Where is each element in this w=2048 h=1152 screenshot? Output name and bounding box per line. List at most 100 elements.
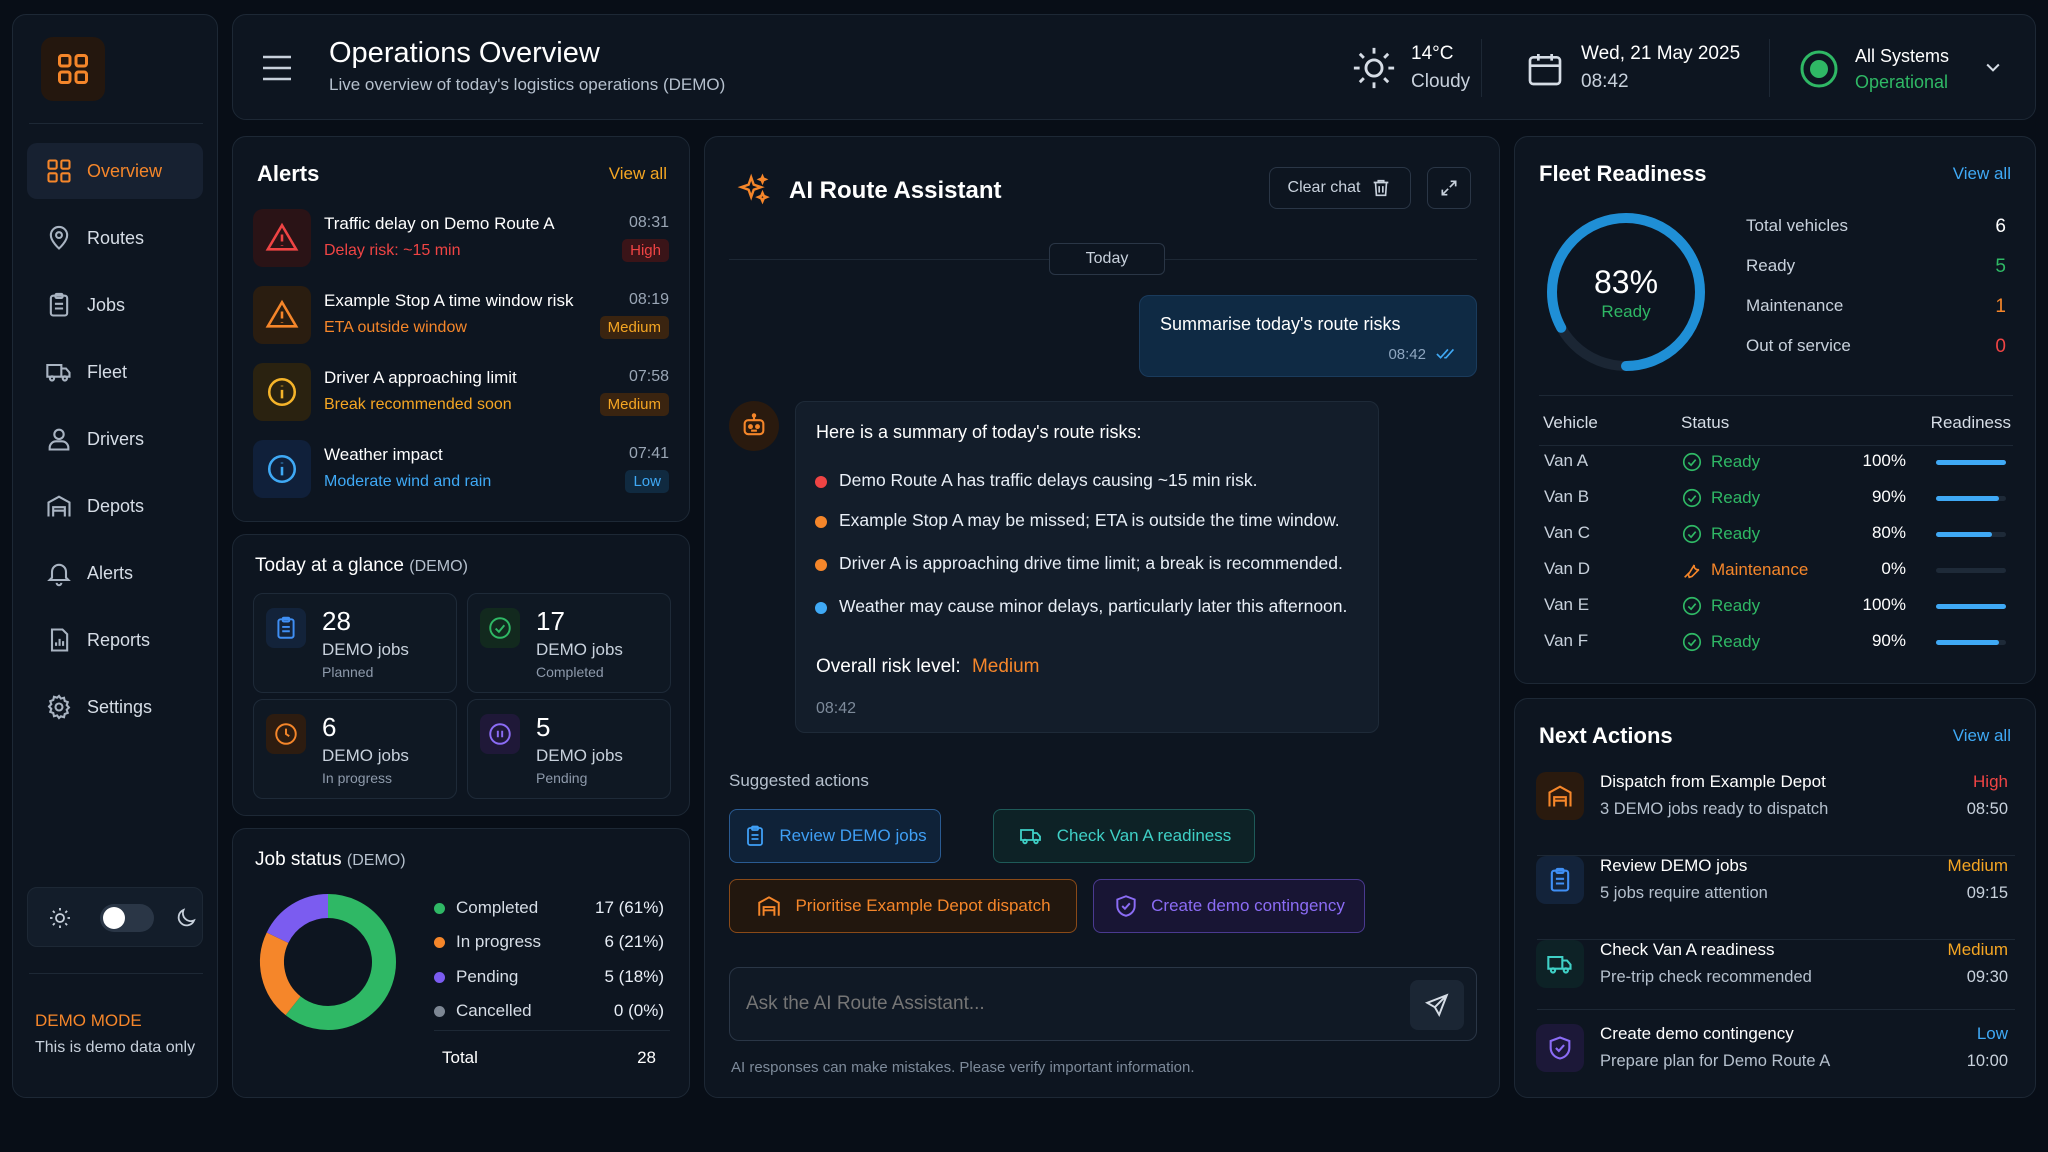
check-circle-icon bbox=[1681, 487, 1703, 509]
readiness-bar-fill bbox=[1936, 532, 1992, 537]
alert-time: 08:31 bbox=[628, 214, 669, 231]
vehicle-row[interactable]: Van B Ready 90% bbox=[1544, 484, 2006, 512]
next-action-item[interactable]: Dispatch from Example Depot 3 DEMO jobs … bbox=[1536, 766, 2008, 840]
vehicle-name: Van D bbox=[1544, 559, 1590, 578]
legend-value: 5 (18%) bbox=[604, 967, 664, 986]
user-icon bbox=[45, 425, 73, 453]
job-status-title-text: Job status bbox=[255, 849, 342, 870]
toggle-switch[interactable] bbox=[100, 904, 154, 932]
suggestion-label: Prioritise Example Depot dispatch bbox=[795, 896, 1051, 915]
glance-title: Today at a glance (DEMO) bbox=[255, 555, 468, 577]
sidebar-item-label: Fleet bbox=[87, 361, 128, 382]
glance-card-pending[interactable]: 5 DEMO jobs Pending bbox=[467, 699, 671, 799]
alert-subtitle: Delay risk: ~15 min bbox=[324, 242, 461, 259]
chat-input-box[interactable] bbox=[729, 967, 1477, 1041]
sidebar-item-jobs[interactable]: Jobs bbox=[27, 277, 203, 333]
fleet-view-all-link[interactable]: View all bbox=[1953, 164, 2011, 184]
trash-icon bbox=[1370, 177, 1392, 199]
sidebar-item-reports[interactable]: Reports bbox=[27, 612, 203, 668]
fleet-col-vehicle: Vehicle bbox=[1543, 413, 1598, 432]
vehicle-readiness: 90% bbox=[1871, 487, 1906, 506]
next-action-item[interactable]: Create demo contingency Prepare plan for… bbox=[1536, 1018, 2008, 1092]
hamburger-menu-icon[interactable] bbox=[261, 53, 293, 83]
sidebar-item-fleet[interactable]: Fleet bbox=[27, 344, 203, 400]
priority-badge: Low bbox=[625, 470, 669, 493]
sidebar-item-label: Depots bbox=[87, 495, 145, 516]
alert-item[interactable]: Traffic delay on Demo Route A Delay risk… bbox=[253, 205, 669, 271]
demo-mode-text: This is demo data only bbox=[35, 1039, 196, 1056]
info-circle-icon bbox=[265, 375, 299, 409]
fleet-stat-out-of-service: Out of service 0 bbox=[1746, 336, 2006, 360]
readiness-bar bbox=[1936, 604, 2006, 609]
glance-card-planned[interactable]: 28 DEMO jobs Planned bbox=[253, 593, 457, 693]
chat-input[interactable] bbox=[746, 986, 1386, 1022]
robot-icon bbox=[740, 412, 768, 440]
next-action-item[interactable]: Check Van A readiness Pre-trip check rec… bbox=[1536, 934, 2008, 1008]
alert-title: Example Stop A time window risk bbox=[324, 291, 574, 310]
chevron-down-icon[interactable] bbox=[1983, 57, 2003, 77]
vehicle-readiness: 100% bbox=[1862, 595, 1906, 614]
suggestion-check-van-button[interactable]: Check Van A readiness bbox=[993, 809, 1255, 863]
app-logo[interactable] bbox=[41, 37, 105, 101]
alert-item[interactable]: Weather impact Moderate wind and rain 07… bbox=[253, 436, 669, 502]
alert-subtitle: ETA outside window bbox=[324, 319, 467, 336]
alerts-panel: Alerts View all Traffic delay on Demo Ro… bbox=[232, 136, 690, 522]
clear-chat-button[interactable]: Clear chat bbox=[1269, 167, 1411, 209]
send-button[interactable] bbox=[1410, 980, 1464, 1030]
bullet-text: Driver A is approaching drive time limit… bbox=[839, 553, 1343, 573]
sidebar-item-depots[interactable]: Depots bbox=[27, 478, 203, 534]
suggestion-review-jobs-button[interactable]: Review DEMO jobs bbox=[729, 809, 941, 863]
wrench-icon bbox=[1681, 559, 1703, 581]
alert-time: 08:19 bbox=[628, 291, 669, 308]
stat-value: 6 bbox=[1995, 216, 2006, 237]
glance-title-tag: (DEMO) bbox=[409, 558, 468, 575]
chat-title: AI Route Assistant bbox=[789, 177, 1002, 204]
expand-icon bbox=[1439, 178, 1459, 198]
glance-card-in-progress[interactable]: 6 DEMO jobs In progress bbox=[253, 699, 457, 799]
vehicle-name: Van E bbox=[1544, 595, 1590, 614]
alert-item[interactable]: Example Stop A time window risk ETA outs… bbox=[253, 282, 669, 348]
gear-icon bbox=[45, 693, 73, 721]
suggestion-create-contingency-button[interactable]: Create demo contingency bbox=[1093, 879, 1365, 933]
next-actions-title: Next Actions bbox=[1539, 723, 1673, 748]
warehouse-icon bbox=[1546, 782, 1574, 810]
glance-label: DEMO jobs bbox=[536, 640, 623, 659]
vehicle-row[interactable]: Van C Ready 80% bbox=[1544, 520, 2006, 548]
clear-chat-label: Clear chat bbox=[1287, 179, 1361, 196]
page-title: Operations Overview bbox=[329, 37, 600, 69]
expand-button[interactable] bbox=[1427, 167, 1471, 209]
sidebar-item-settings[interactable]: Settings bbox=[27, 679, 203, 735]
bullet-dot bbox=[815, 516, 827, 528]
glance-card-completed[interactable]: 17 DEMO jobs Completed bbox=[467, 593, 671, 693]
grid-icon bbox=[45, 157, 73, 185]
vehicle-row[interactable]: Van E Ready 100% bbox=[1544, 592, 2006, 620]
bullet-text: Weather may cause minor delays, particul… bbox=[839, 596, 1348, 616]
vehicle-row[interactable]: Van D Maintenance 0% bbox=[1544, 556, 2006, 584]
sidebar-item-overview[interactable]: Overview bbox=[27, 143, 203, 199]
alert-item[interactable]: Driver A approaching limit Break recomme… bbox=[253, 359, 669, 425]
sidebar-item-routes[interactable]: Routes bbox=[27, 210, 203, 266]
glance-label: DEMO jobs bbox=[322, 640, 409, 659]
theme-toggle[interactable] bbox=[27, 887, 203, 947]
vehicle-status: Ready bbox=[1681, 631, 1760, 653]
glance-value: 5 bbox=[536, 712, 551, 742]
vehicle-status: Ready bbox=[1681, 595, 1760, 617]
vehicle-status: Ready bbox=[1681, 487, 1760, 509]
sidebar-item-label: Reports bbox=[87, 629, 151, 650]
next-action-item[interactable]: Review DEMO jobs 5 jobs require attentio… bbox=[1536, 850, 2008, 924]
vehicle-status: Ready bbox=[1681, 523, 1760, 545]
next-actions-view-all-link[interactable]: View all bbox=[1953, 726, 2011, 746]
shield-check-icon bbox=[1546, 1034, 1574, 1062]
sidebar-item-drivers[interactable]: Drivers bbox=[27, 411, 203, 467]
action-subtitle: Pre-trip check recommended bbox=[1600, 968, 1812, 986]
suggestion-prioritise-dispatch-button[interactable]: Prioritise Example Depot dispatch bbox=[729, 879, 1077, 933]
fleet-title: Fleet Readiness bbox=[1539, 161, 1707, 186]
vehicle-name: Van C bbox=[1544, 523, 1590, 542]
action-subtitle: 3 DEMO jobs ready to dispatch bbox=[1600, 800, 1829, 818]
vehicle-row[interactable]: Van F Ready 90% bbox=[1544, 628, 2006, 656]
vehicle-row[interactable]: Van A Ready 100% bbox=[1544, 448, 2006, 476]
sidebar-item-alerts[interactable]: Alerts bbox=[27, 545, 203, 601]
fleet-col-readiness: Readiness bbox=[1930, 413, 2011, 432]
stat-label: Ready bbox=[1746, 256, 1796, 275]
alerts-view-all-link[interactable]: View all bbox=[609, 164, 667, 184]
